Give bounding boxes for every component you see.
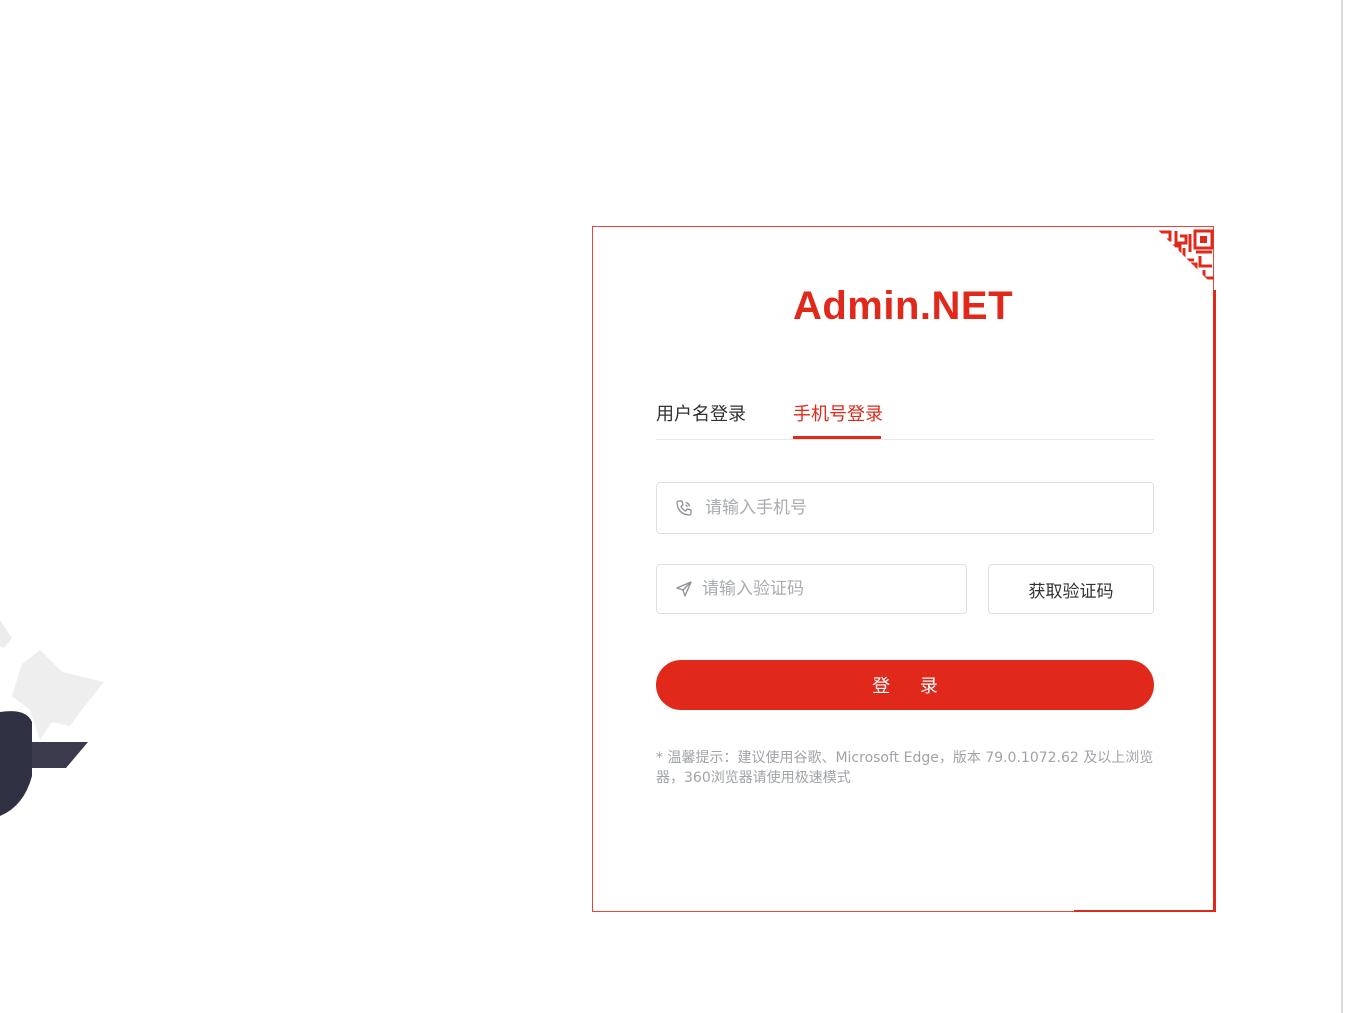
app-title: Admin.NET [792,284,1014,328]
active-tab-indicator [793,436,881,439]
code-input[interactable] [702,565,952,613]
phone-field [656,482,1154,534]
get-code-button[interactable]: 获取验证码 [988,564,1154,614]
tab-username-login[interactable]: 用户名登录 [656,403,746,439]
qr-code-icon[interactable] [1156,228,1216,288]
login-button[interactable]: 登 录 [656,660,1154,710]
phone-input[interactable] [705,483,1135,533]
decorative-illustration [0,620,104,816]
login-tabs: 用户名登录 手机号登录 [656,400,1154,440]
card-accent-bottom [1074,910,1214,912]
phone-icon [675,499,693,517]
browser-tip: * 温馨提示：建议使用谷歌、Microsoft Edge，版本 79.0.107… [656,750,1154,786]
card-accent-right [1213,290,1216,912]
window-edge [1341,0,1343,1013]
send-icon [675,580,693,598]
tab-phone-login[interactable]: 手机号登录 [793,403,883,439]
login-page: Admin.NET 用户名登录 手机号登录 获取验证码 登 录 * 温馨提示：建… [0,0,1345,1013]
code-field [656,564,967,614]
